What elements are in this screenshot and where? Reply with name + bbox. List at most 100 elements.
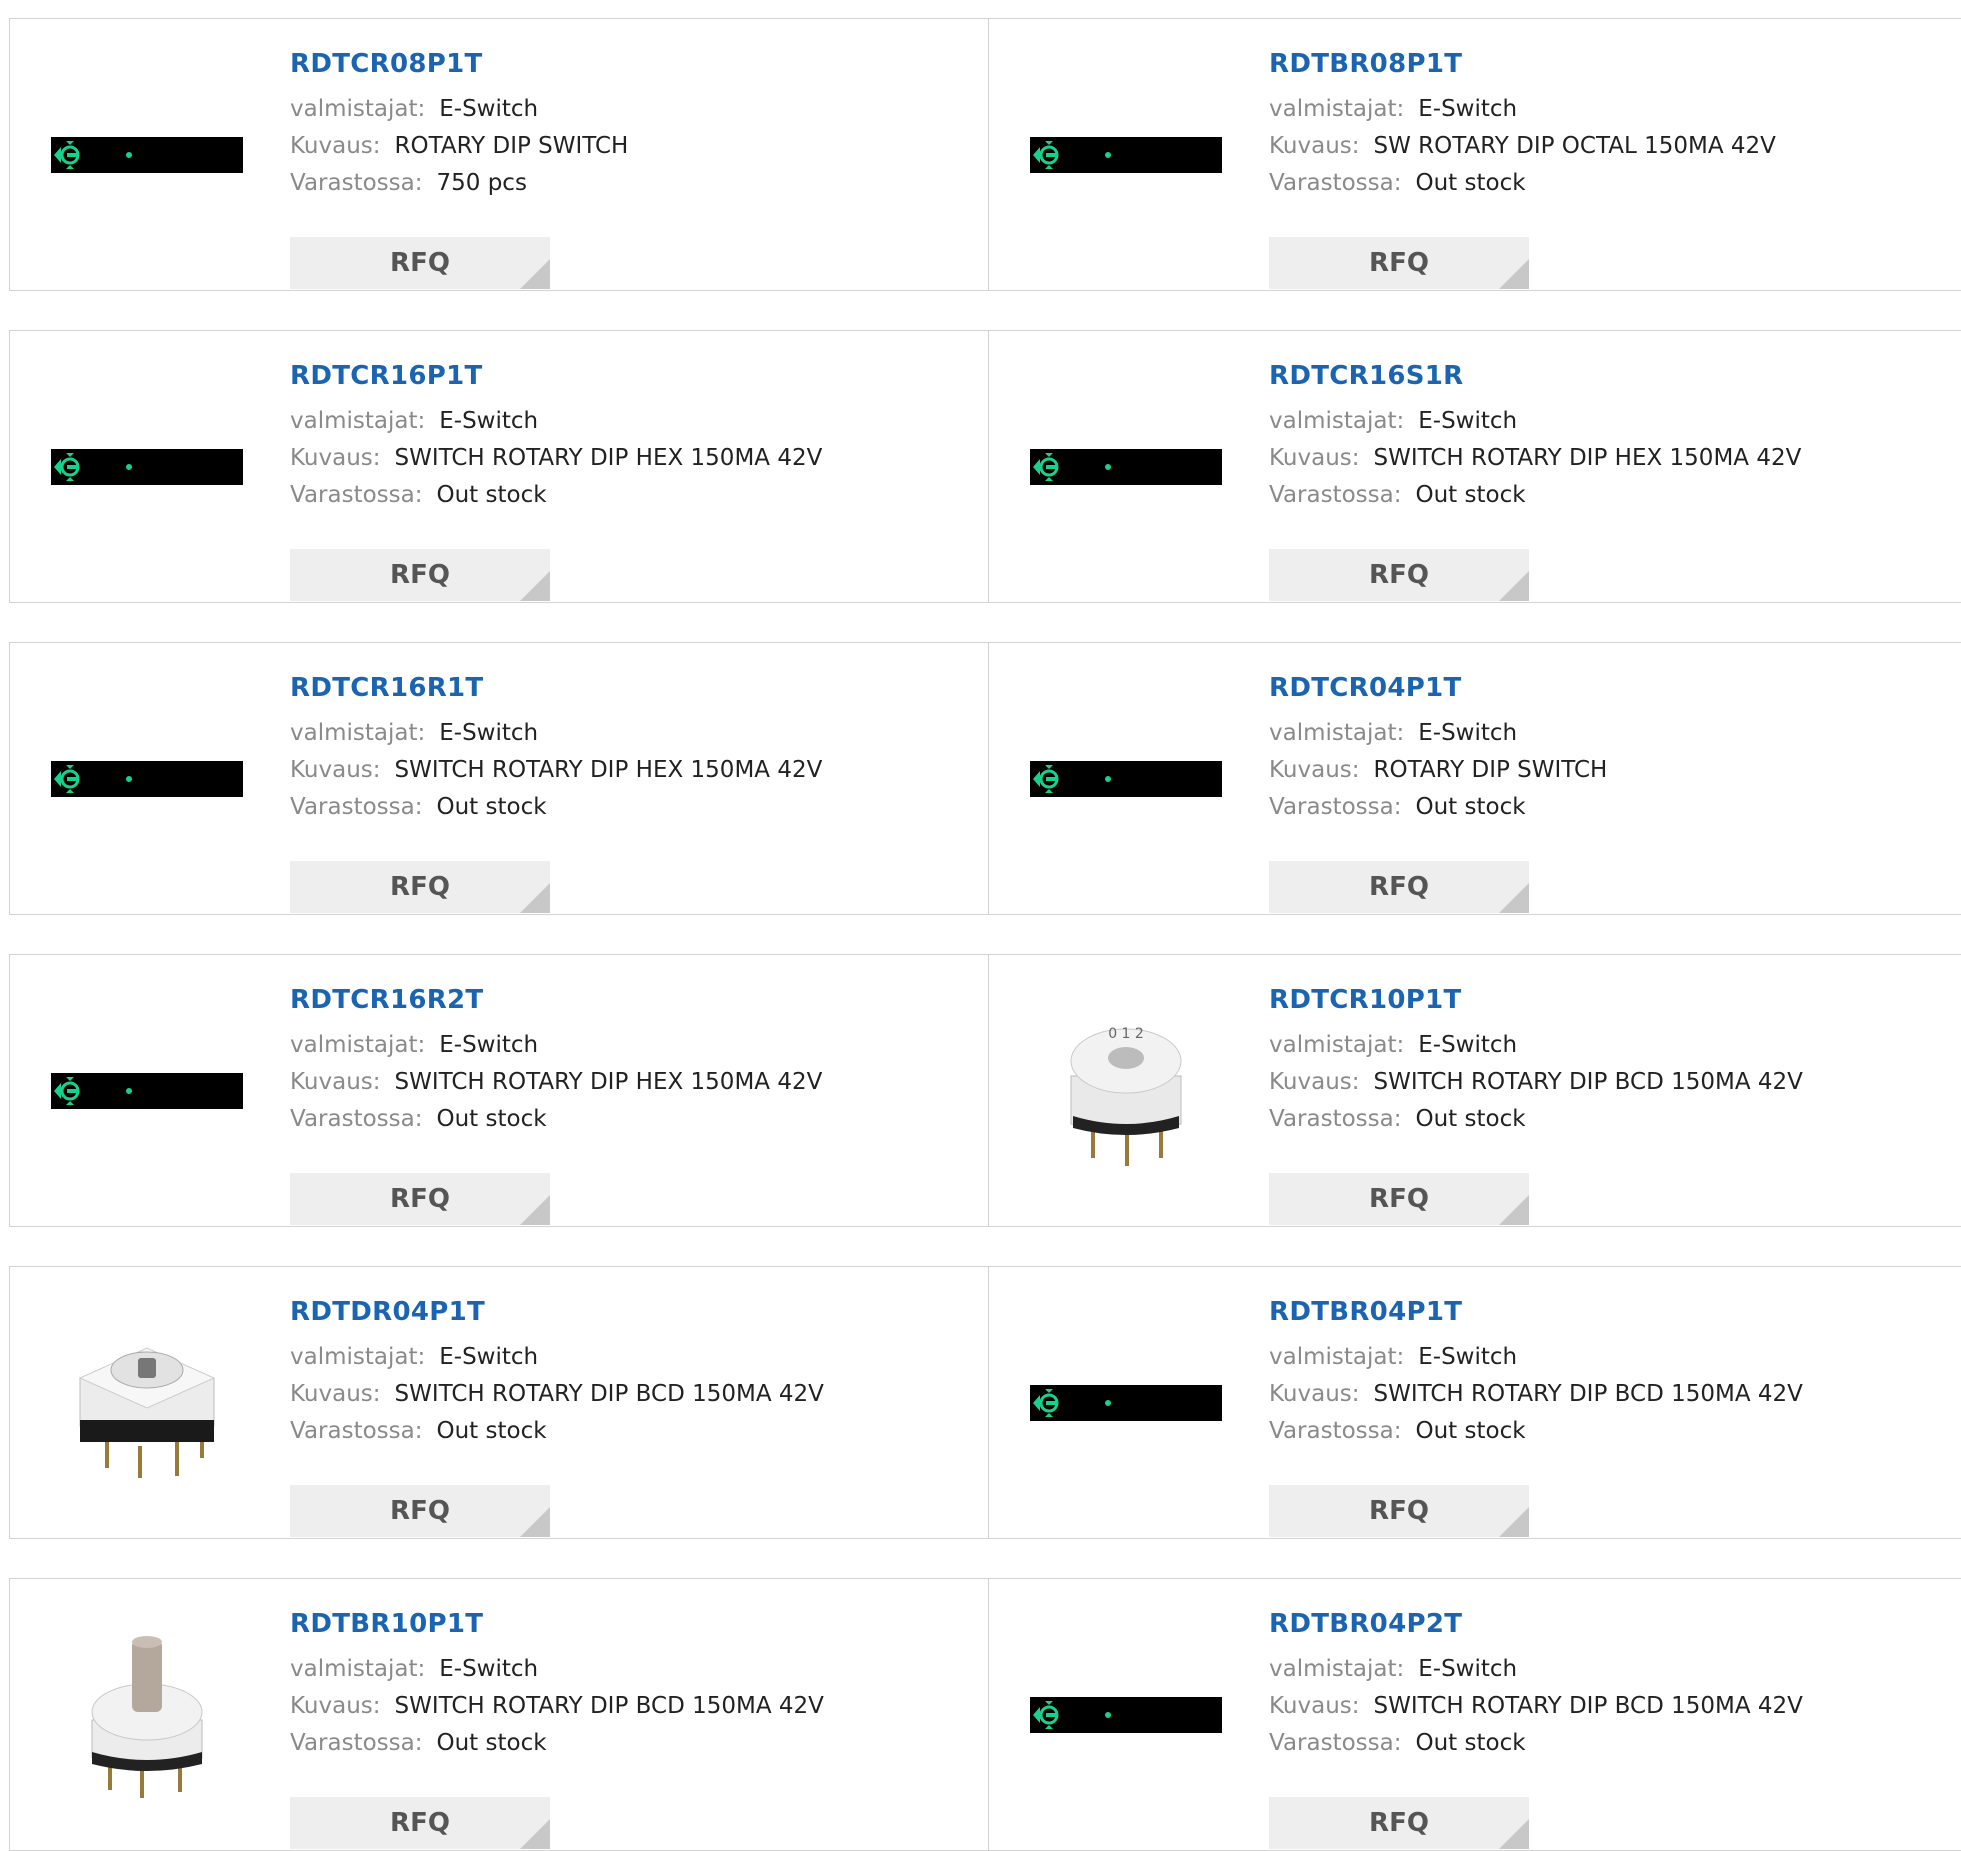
description-label: Kuvaus: bbox=[1269, 133, 1360, 159]
stock-value: Out stock bbox=[1415, 794, 1526, 820]
stock-value: Out stock bbox=[436, 1106, 547, 1132]
product-info: RDTCR08P1T valmistajat: E-Switch Kuvaus: R… bbox=[290, 47, 628, 289]
product-image[interactable] bbox=[51, 59, 243, 251]
placeholder-icon bbox=[1033, 765, 1111, 793]
stock-label: Varastossa: bbox=[290, 1418, 423, 1444]
manufacturer-value: E-Switch bbox=[1418, 720, 1518, 746]
manufacturer-label: valmistajat: bbox=[290, 1032, 426, 1058]
manufacturer-value: E-Switch bbox=[439, 1344, 539, 1370]
product-image[interactable] bbox=[51, 371, 243, 563]
rfq-label: RFQ bbox=[1369, 872, 1429, 902]
image-placeholder bbox=[1030, 1697, 1222, 1733]
product-card: RDTCR16P1T valmistajat: E-Switch Kuvaus: S… bbox=[10, 331, 988, 602]
manufacturer-line: valmistajat: E-Switch bbox=[290, 715, 822, 752]
description-label: Kuvaus: bbox=[1269, 1069, 1360, 1095]
rfq-button[interactable]: RFQ bbox=[1269, 1485, 1529, 1537]
description-line: Kuvaus: SWITCH ROTARY DIP BCD 150MA 42V bbox=[290, 1688, 824, 1725]
manufacturer-value: E-Switch bbox=[1418, 1344, 1518, 1370]
part-number-link[interactable]: RDTCR16P1T bbox=[290, 359, 822, 393]
stock-line: Varastossa: Out stock bbox=[290, 1725, 824, 1762]
product-image[interactable] bbox=[1030, 1619, 1222, 1811]
part-number-link[interactable]: RDTBR04P1T bbox=[1269, 1295, 1803, 1329]
description-label: Kuvaus: bbox=[1269, 445, 1360, 471]
manufacturer-value: E-Switch bbox=[1418, 96, 1518, 122]
description-line: Kuvaus: SWITCH ROTARY DIP BCD 150MA 42V bbox=[1269, 1688, 1803, 1725]
product-card: RDTCR08P1T valmistajat: E-Switch Kuvaus: R… bbox=[10, 19, 988, 290]
rfq-button[interactable]: RFQ bbox=[290, 1797, 550, 1849]
product-image[interactable]: 0 1 2 bbox=[1030, 995, 1222, 1187]
part-number-link[interactable]: RDTBR04P2T bbox=[1269, 1607, 1803, 1641]
description-value: SWITCH ROTARY DIP BCD 150MA 42V bbox=[1373, 1069, 1803, 1095]
product-image[interactable] bbox=[51, 1307, 243, 1499]
part-number-link[interactable]: RDTBR10P1T bbox=[290, 1607, 824, 1641]
image-placeholder bbox=[1030, 449, 1222, 485]
description-line: Kuvaus: SW ROTARY DIP OCTAL 150MA 42V bbox=[1269, 128, 1776, 165]
product-image[interactable] bbox=[1030, 371, 1222, 563]
product-card: RDTDR04P1T valmistajat: E-Switch Kuvaus: S… bbox=[10, 1267, 988, 1538]
product-image[interactable] bbox=[1030, 683, 1222, 875]
rfq-button[interactable]: RFQ bbox=[290, 549, 550, 601]
rfq-corner-decoration bbox=[1499, 1819, 1529, 1849]
description-label: Kuvaus: bbox=[290, 757, 381, 783]
part-number-link[interactable]: RDTCR16S1R bbox=[1269, 359, 1801, 393]
rfq-corner-decoration bbox=[520, 571, 550, 601]
product-info: RDTBR04P1T valmistajat: E-Switch Kuvaus: S… bbox=[1269, 1295, 1803, 1537]
part-number-link[interactable]: RDTCR16R1T bbox=[290, 671, 822, 705]
part-number-link[interactable]: RDTCR10P1T bbox=[1269, 983, 1803, 1017]
stock-line: Varastossa: Out stock bbox=[290, 1413, 824, 1450]
part-number-link[interactable]: RDTCR08P1T bbox=[290, 47, 628, 81]
part-number-link[interactable]: RDTCR04P1T bbox=[1269, 671, 1607, 705]
stock-label: Varastossa: bbox=[1269, 170, 1402, 196]
rfq-button[interactable]: RFQ bbox=[290, 237, 550, 289]
stock-label: Varastossa: bbox=[290, 1106, 423, 1132]
stock-line: Varastossa: Out stock bbox=[1269, 789, 1607, 826]
rfq-button[interactable]: RFQ bbox=[290, 1173, 550, 1225]
product-image[interactable] bbox=[51, 995, 243, 1187]
part-number-link[interactable]: RDTBR08P1T bbox=[1269, 47, 1776, 81]
placeholder-icon bbox=[54, 1077, 132, 1105]
description-value: SWITCH ROTARY DIP HEX 150MA 42V bbox=[1373, 445, 1802, 471]
product-image[interactable] bbox=[1030, 1307, 1222, 1499]
rfq-button[interactable]: RFQ bbox=[1269, 1173, 1529, 1225]
description-line: Kuvaus: ROTARY DIP SWITCH bbox=[1269, 752, 1607, 789]
placeholder-icon bbox=[1033, 141, 1111, 169]
part-number-link[interactable]: RDTDR04P1T bbox=[290, 1295, 824, 1329]
rfq-button[interactable]: RFQ bbox=[1269, 549, 1529, 601]
manufacturer-label: valmistajat: bbox=[290, 408, 426, 434]
rfq-button[interactable]: RFQ bbox=[1269, 1797, 1529, 1849]
description-label: Kuvaus: bbox=[290, 133, 381, 159]
manufacturer-label: valmistajat: bbox=[290, 1656, 426, 1682]
stock-line: Varastossa: 750 pcs bbox=[290, 165, 628, 202]
manufacturer-value: E-Switch bbox=[439, 96, 539, 122]
manufacturer-label: valmistajat: bbox=[1269, 96, 1405, 122]
rfq-button[interactable]: RFQ bbox=[1269, 237, 1529, 289]
stock-value: Out stock bbox=[1415, 1730, 1526, 1756]
image-placeholder bbox=[1030, 761, 1222, 797]
manufacturer-line: valmistajat: E-Switch bbox=[1269, 1339, 1803, 1376]
manufacturer-line: valmistajat: E-Switch bbox=[290, 403, 822, 440]
description-label: Kuvaus: bbox=[1269, 757, 1360, 783]
product-info: RDTCR16R2T valmistajat: E-Switch Kuvaus: S… bbox=[290, 983, 822, 1225]
description-line: Kuvaus: SWITCH ROTARY DIP BCD 150MA 42V bbox=[1269, 1064, 1803, 1101]
product-row: RDTDR04P1T valmistajat: E-Switch Kuvaus: S… bbox=[9, 1266, 1961, 1539]
rfq-button[interactable]: RFQ bbox=[290, 861, 550, 913]
rfq-corner-decoration bbox=[1499, 1507, 1529, 1537]
product-image[interactable] bbox=[1030, 59, 1222, 251]
stock-line: Varastossa: Out stock bbox=[290, 477, 822, 514]
part-number-link[interactable]: RDTCR16R2T bbox=[290, 983, 822, 1017]
rfq-button[interactable]: RFQ bbox=[1269, 861, 1529, 913]
rfq-label: RFQ bbox=[390, 1808, 450, 1838]
product-card: RDTCR16S1R valmistajat: E-Switch Kuvaus: S… bbox=[988, 331, 1961, 602]
rfq-button[interactable]: RFQ bbox=[290, 1485, 550, 1537]
product-image[interactable] bbox=[51, 1619, 243, 1811]
manufacturer-label: valmistajat: bbox=[290, 720, 426, 746]
stock-line: Varastossa: Out stock bbox=[1269, 1413, 1803, 1450]
product-image[interactable] bbox=[51, 683, 243, 875]
rfq-label: RFQ bbox=[390, 560, 450, 590]
rfq-label: RFQ bbox=[1369, 1808, 1429, 1838]
placeholder-icon bbox=[54, 141, 132, 169]
stock-label: Varastossa: bbox=[290, 170, 423, 196]
rfq-corner-decoration bbox=[1499, 571, 1529, 601]
product-card: RDTCR04P1T valmistajat: E-Switch Kuvaus: R… bbox=[988, 643, 1961, 914]
rfq-corner-decoration bbox=[1499, 259, 1529, 289]
